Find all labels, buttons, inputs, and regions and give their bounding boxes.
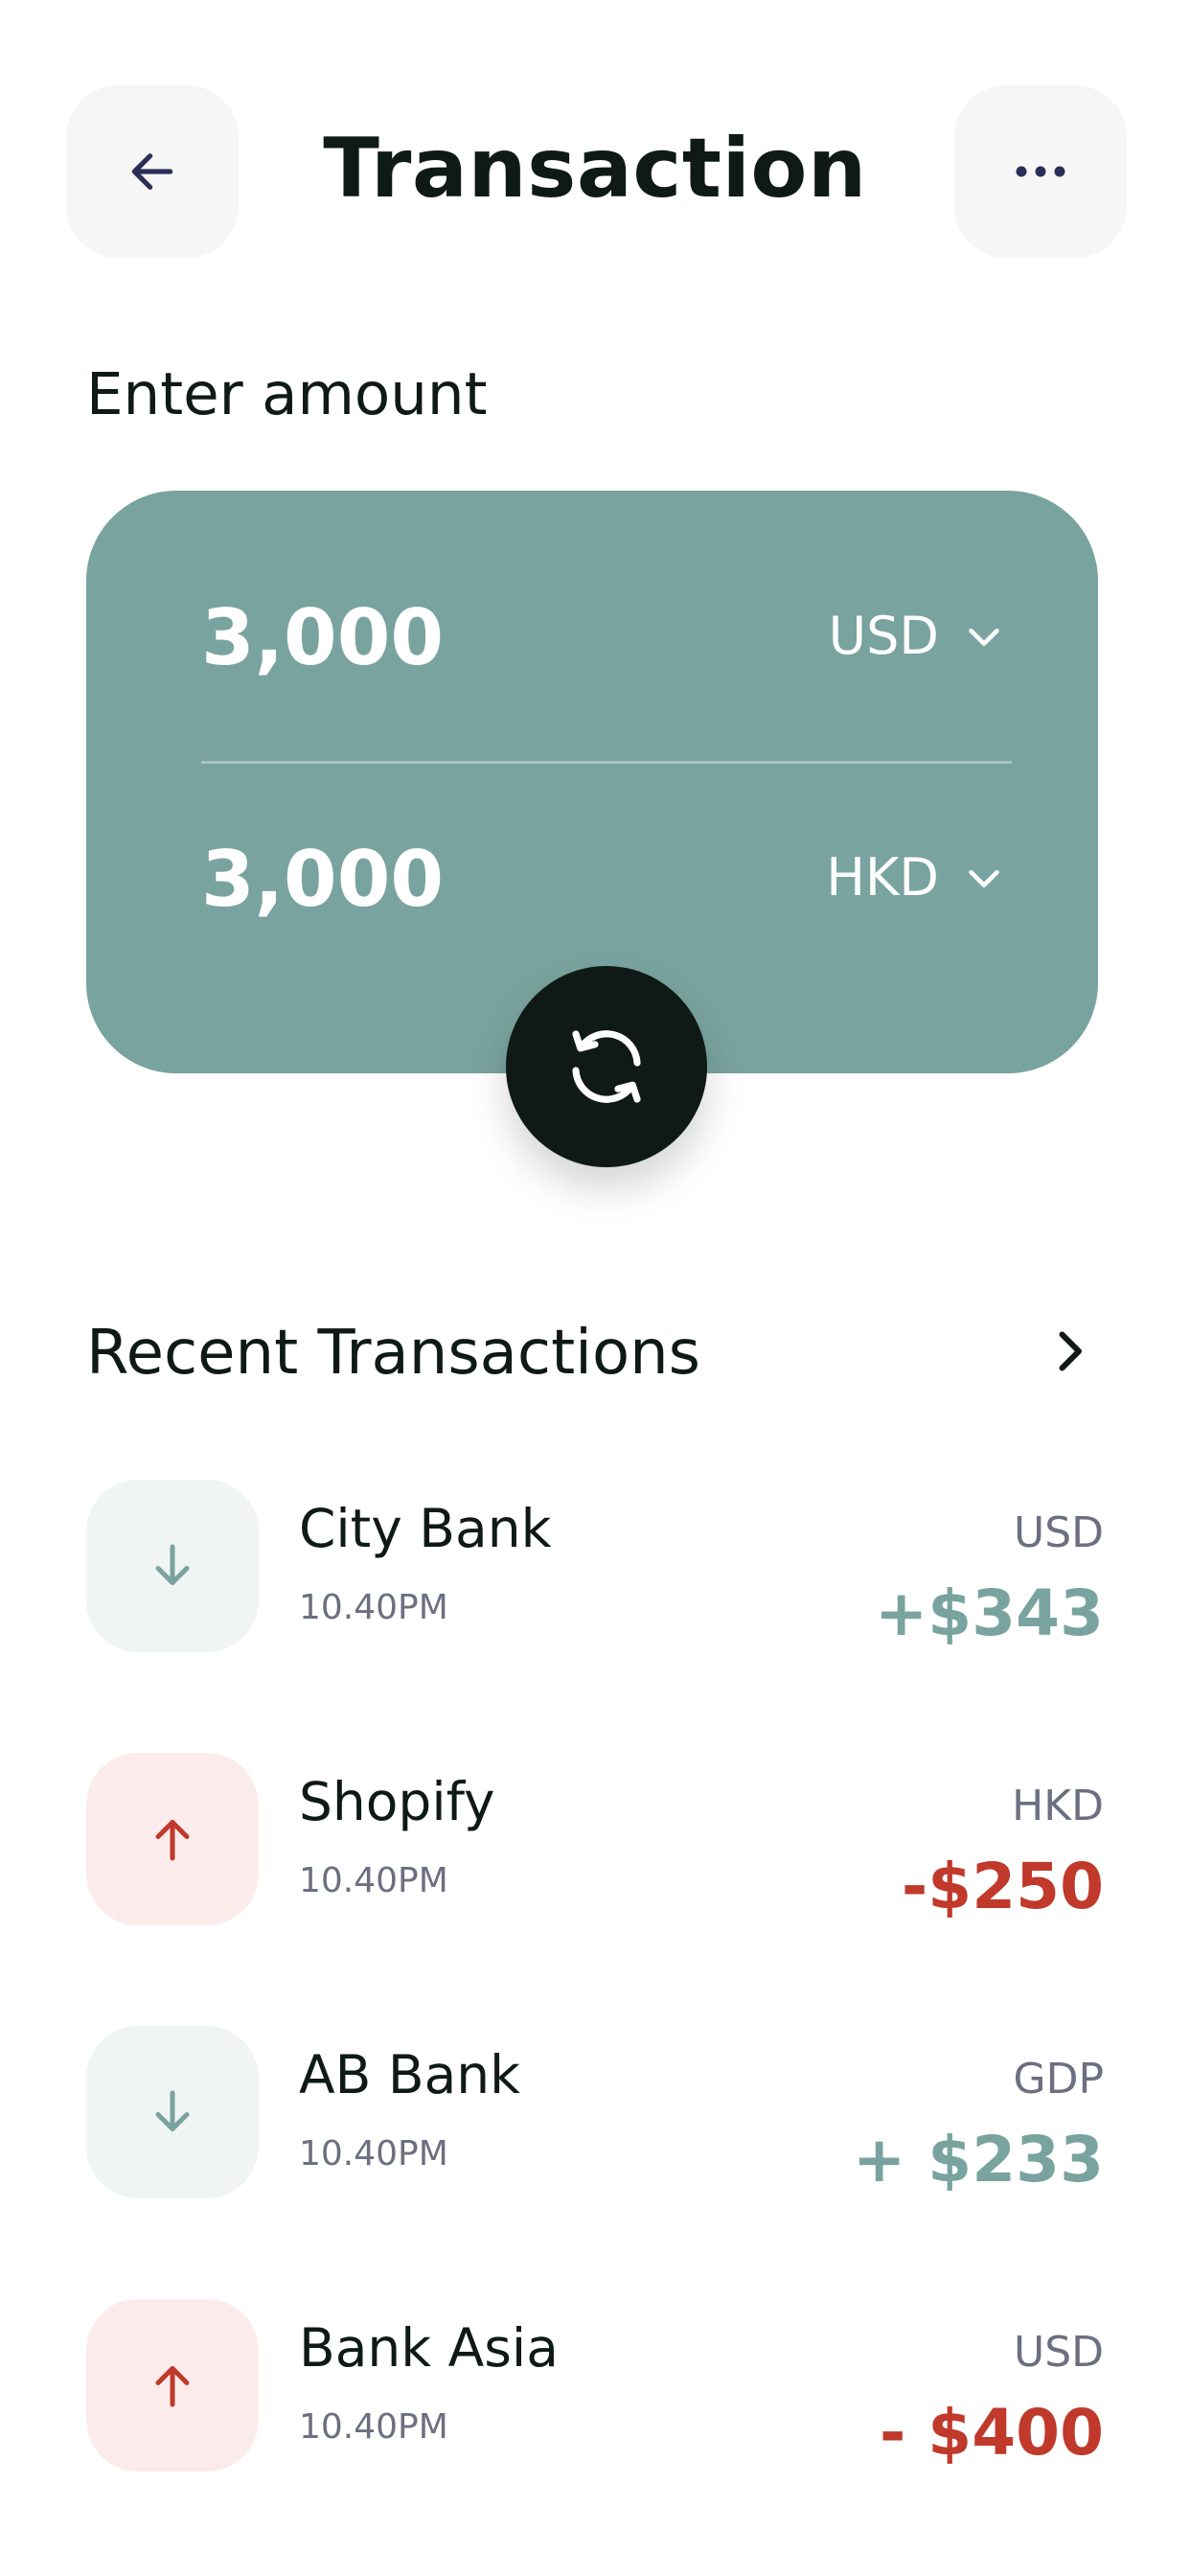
transaction-row[interactable]: Bank Asia 10.40PM USD - $400 bbox=[86, 2299, 1104, 2472]
chevron-right-icon bbox=[1059, 1331, 1082, 1371]
outgoing-icon-tile bbox=[86, 2299, 259, 2472]
view-all-transactions-button[interactable] bbox=[1041, 1322, 1098, 1380]
transaction-row[interactable]: Shopify 10.40PM HKD -$250 bbox=[86, 1753, 1104, 1925]
transaction-time: 10.40PM bbox=[299, 2134, 448, 2174]
incoming-icon-tile bbox=[86, 2026, 259, 2198]
transaction-amount: -$250 bbox=[901, 1850, 1104, 1923]
chevron-down-icon bbox=[969, 628, 999, 646]
transaction-name: AB Bank bbox=[299, 2044, 520, 2105]
recent-transactions-title: Recent Transactions bbox=[86, 1318, 700, 1389]
arrow-up-icon bbox=[155, 2366, 190, 2407]
transaction-amount: + $233 bbox=[853, 2123, 1104, 2196]
incoming-icon-tile bbox=[86, 1480, 259, 1652]
transaction-name: Shopify bbox=[299, 1771, 495, 1832]
card-divider bbox=[201, 761, 1012, 764]
transaction-name: Bank Asia bbox=[299, 2317, 559, 2379]
arrow-down-icon bbox=[155, 2090, 190, 2131]
transaction-amount: +$343 bbox=[875, 1576, 1104, 1650]
transaction-currency: USD bbox=[1013, 1508, 1104, 1557]
to-currency-label: HKD bbox=[826, 847, 939, 908]
to-amount-input[interactable]: 3,000 bbox=[201, 832, 444, 928]
more-horizontal-icon bbox=[1016, 166, 1065, 177]
chevron-down-icon bbox=[969, 869, 999, 887]
transaction-currency: GDP bbox=[1013, 2055, 1104, 2104]
transaction-time: 10.40PM bbox=[299, 2407, 448, 2447]
transaction-currency: HKD bbox=[1012, 1782, 1104, 1830]
outgoing-icon-tile bbox=[86, 1753, 259, 1925]
from-currency-select[interactable]: USD bbox=[829, 598, 1006, 675]
transaction-amount: - $400 bbox=[879, 2396, 1104, 2470]
arrow-down-icon bbox=[155, 1544, 190, 1585]
enter-amount-label: Enter amount bbox=[86, 360, 488, 428]
transaction-currency: USD bbox=[1013, 2328, 1104, 2377]
transaction-time: 10.40PM bbox=[299, 1861, 448, 1900]
swap-currency-button[interactable] bbox=[506, 966, 707, 1167]
swap-refresh-icon bbox=[572, 1030, 641, 1103]
from-currency-label: USD bbox=[828, 606, 939, 666]
transaction-name: City Bank bbox=[299, 1498, 552, 1559]
transaction-row[interactable]: AB Bank 10.40PM GDP + $233 bbox=[86, 2026, 1104, 2198]
to-currency-select[interactable]: HKD bbox=[826, 840, 1006, 916]
more-options-button[interactable] bbox=[954, 85, 1127, 258]
transaction-time: 10.40PM bbox=[299, 1588, 448, 1627]
from-amount-input[interactable]: 3,000 bbox=[201, 590, 444, 686]
arrow-up-icon bbox=[155, 1820, 190, 1861]
transaction-row[interactable]: City Bank 10.40PM USD +$343 bbox=[86, 1480, 1104, 1652]
